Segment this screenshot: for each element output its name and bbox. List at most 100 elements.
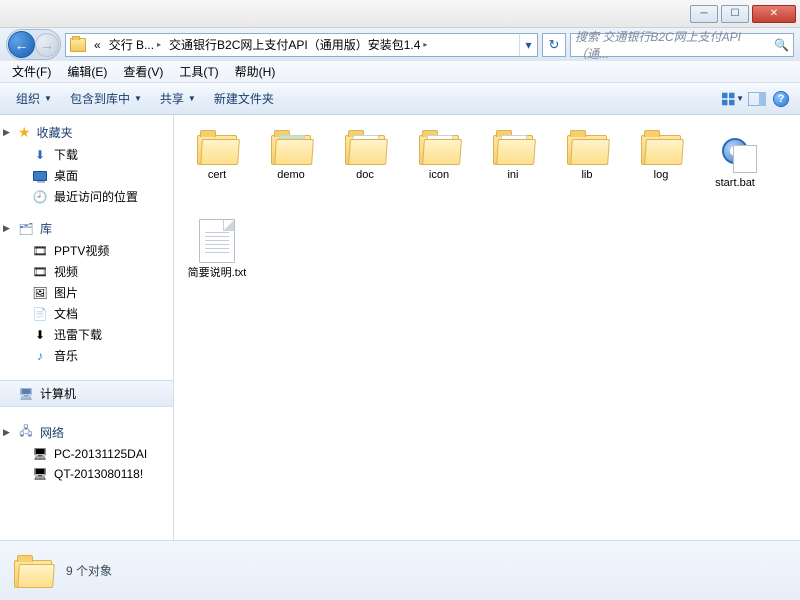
command-toolbar: 组织 ▼ 包含到库中 ▼ 共享 ▼ 新建文件夹 ▼ ? [0,83,800,115]
refresh-button[interactable]: ↻ [542,33,566,57]
file-list[interactable]: cert demo doc icon ini lib log start.bat 简要说明.tx… [174,115,800,540]
video-icon: 🎞 [32,243,48,259]
folder-icon [491,129,535,165]
nav-downloads-label: 下载 [54,146,78,163]
computer-icon: 🖥 [18,386,34,402]
file-item-log[interactable]: log [624,125,698,215]
batch-file-icon [713,129,757,173]
file-item-icon[interactable]: icon [402,125,476,215]
nav-recent-label: 最近访问的位置 [54,188,138,205]
help-icon: ? [773,91,789,107]
search-icon[interactable]: 🔍 [774,38,789,52]
breadcrumb-seg-2[interactable]: 交通银行B2C网上支付API（通用版）安装包1.4 ▸ [165,34,519,56]
nav-computer[interactable]: 🖥 计算机 [0,380,173,407]
document-icon: 📄 [32,306,48,322]
help-button[interactable]: ? [770,88,792,110]
nav-favorites-label: 收藏夹 [37,124,73,141]
minimize-button[interactable]: ─ [690,5,718,23]
nav-library[interactable]: ▶ 🗂 库 [0,217,173,240]
nav-pptv-label: PPTV视频 [54,242,109,259]
nav-pc2-label: QT-2013080118! [54,467,143,481]
status-folder-icon [12,554,54,588]
chevron-down-icon: ▼ [134,94,142,103]
chevron-down-icon: ▼ [736,94,744,103]
download-icon: ⬇ [32,147,48,163]
video-icon: 🎞 [32,264,48,280]
nav-pictures[interactable]: 🖼图片 [0,282,173,303]
new-folder-button[interactable]: 新建文件夹 [206,87,282,110]
nav-pptv[interactable]: 🎞 PPTV视频 [0,240,173,261]
nav-documents[interactable]: 📄 文档 [0,303,173,324]
menu-tools[interactable]: 工具(T) [171,61,226,82]
nav-desktop[interactable]: 桌面 [0,165,173,186]
include-label: 包含到库中 [70,90,130,107]
nav-network-pc1[interactable]: 🖥PC-20131125DAI [0,444,173,464]
address-folder-icon [66,34,90,56]
include-in-library-button[interactable]: 包含到库中 ▼ [62,87,150,110]
organize-label: 组织 [16,90,40,107]
menu-help[interactable]: 帮助(H) [227,61,284,82]
breadcrumb-prefix[interactable]: « [90,34,105,56]
file-item-doc[interactable]: doc [328,125,402,215]
folder-icon [343,129,387,165]
new-folder-label: 新建文件夹 [214,90,274,107]
expand-icon[interactable]: ▶ [3,427,10,438]
nav-recent[interactable]: 🕘 最近访问的位置 [0,186,173,207]
preview-pane-button[interactable] [746,88,768,110]
file-item-label: start.bat [715,177,755,190]
share-button[interactable]: 共享 ▼ [152,87,204,110]
chevron-right-icon[interactable]: ▸ [423,40,427,49]
file-item-简要说明-txt[interactable]: 简要说明.txt [180,215,254,305]
file-item-label: log [654,169,669,182]
file-item-cert[interactable]: cert [180,125,254,215]
chevron-right-icon[interactable]: ▸ [157,40,161,49]
file-item-ini[interactable]: ini [476,125,550,215]
nav-back-forward: ← → [6,29,61,60]
breadcrumb-seg-1[interactable]: 交行 B... ▸ [105,34,165,56]
expand-icon[interactable]: ▶ [3,223,10,234]
expand-icon[interactable]: ▶ [3,127,10,138]
nav-documents-label: 文档 [54,305,78,322]
maximize-button[interactable]: ☐ [721,5,749,23]
nav-favorites[interactable]: ▶ ★ 收藏夹 [0,121,173,144]
nav-video[interactable]: 🎞视频 [0,261,173,282]
forward-button[interactable]: → [35,33,59,57]
folder-icon [269,129,313,165]
change-view-button[interactable]: ▼ [722,88,744,110]
nav-network-label: 网络 [40,424,64,441]
nav-downloads[interactable]: ⬇ 下载 [0,144,173,165]
file-item-label: cert [208,169,226,182]
menu-file[interactable]: 文件(F) [4,61,59,82]
folder-icon [639,129,683,165]
file-item-lib[interactable]: lib [550,125,624,215]
file-item-start-bat[interactable]: start.bat [698,125,772,215]
file-item-demo[interactable]: demo [254,125,328,215]
chevron-down-icon: ▼ [44,94,52,103]
refresh-icon: ↻ [549,37,560,53]
download-icon: ⬇ [32,327,48,343]
search-input[interactable]: 搜索 交通银行B2C网上支付API（通... 🔍 [570,33,794,57]
address-bar[interactable]: « 交行 B... ▸ 交通银行B2C网上支付API（通用版）安装包1.4 ▸ … [65,33,538,57]
file-item-label: doc [356,169,374,182]
menu-edit[interactable]: 编辑(E) [59,61,115,82]
menu-view[interactable]: 查看(V) [115,61,171,82]
address-history-dropdown[interactable]: ▾ [519,34,537,56]
back-button[interactable]: ← [8,31,35,58]
nav-network-pc2[interactable]: 🖥QT-2013080118! [0,464,173,484]
navigation-pane[interactable]: ▶ ★ 收藏夹 ⬇ 下载 桌面 🕘 最近访问的位置 ▶ 🗂 库 🎞PPTV视频 … [0,115,174,540]
breadcrumb-seg-1-label: 交行 B... [109,36,154,53]
nav-pc1-label: PC-20131125DAI [54,447,147,461]
nav-music[interactable]: ♪音乐 [0,345,173,366]
star-icon: ★ [18,124,31,141]
nav-music-label: 音乐 [54,347,78,364]
nav-pictures-label: 图片 [54,284,78,301]
folder-icon [195,129,239,165]
file-item-label: ini [507,169,518,182]
close-button[interactable]: ✕ [752,5,796,23]
organize-button[interactable]: 组织 ▼ [8,87,60,110]
file-item-label: icon [429,169,449,182]
nav-network[interactable]: ▶ 🖧 网络 [0,421,173,444]
chevron-down-icon: ▼ [188,94,196,103]
share-label: 共享 [160,90,184,107]
nav-xunlei[interactable]: ⬇迅雷下载 [0,324,173,345]
